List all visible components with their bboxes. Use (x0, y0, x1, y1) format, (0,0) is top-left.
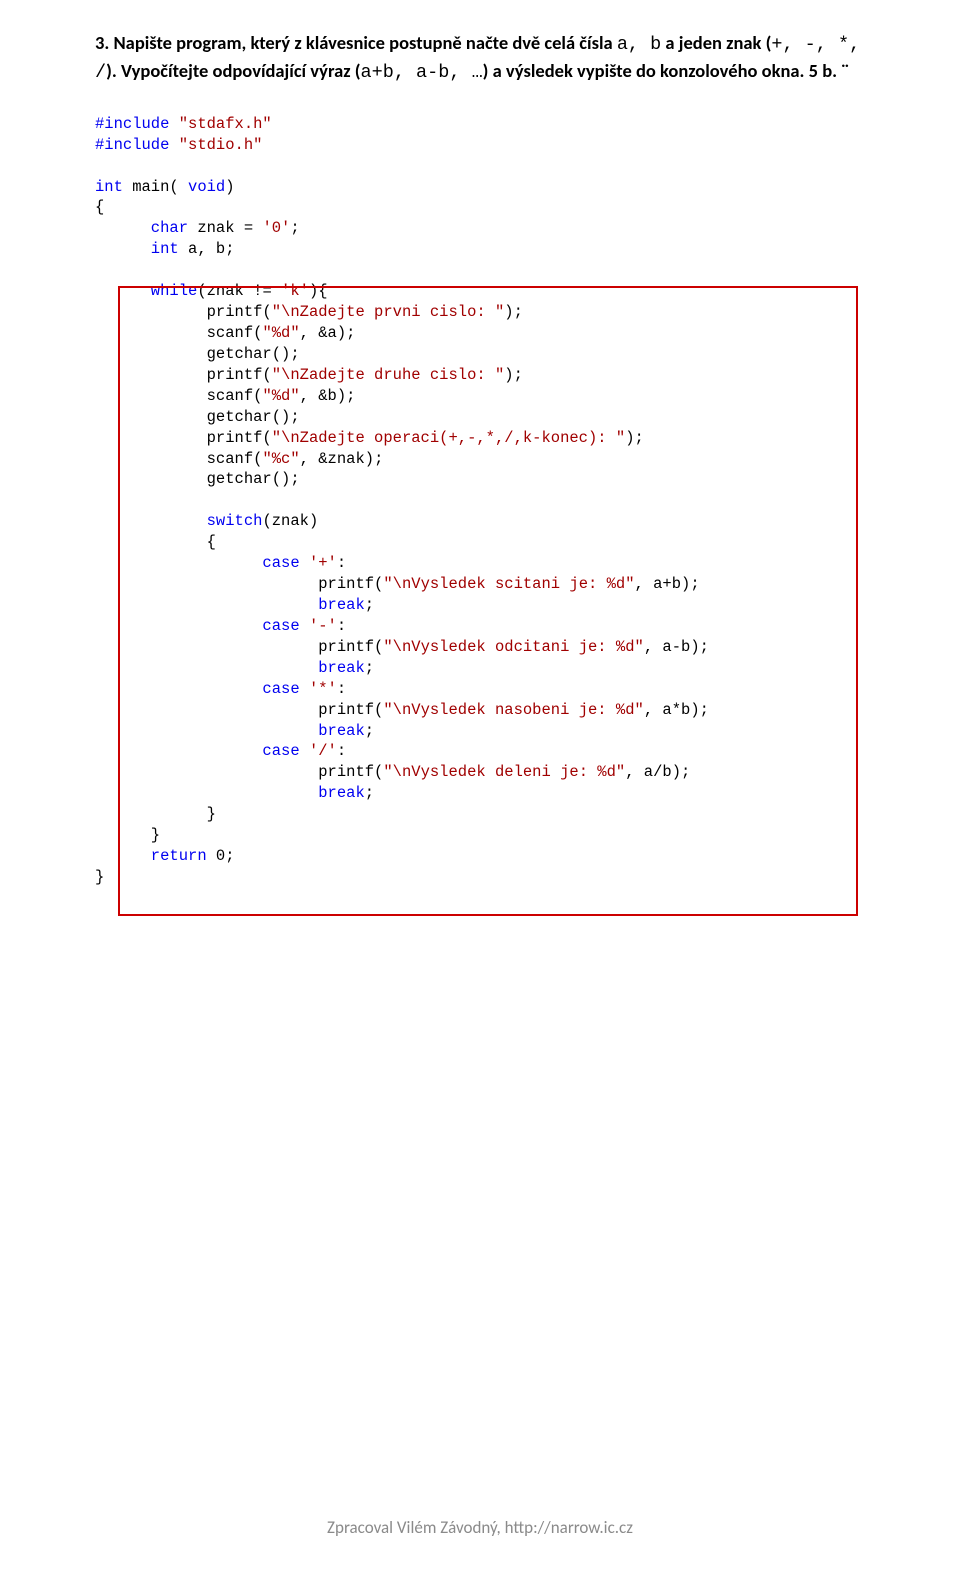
code-keyword: switch (95, 512, 262, 530)
code-keyword: break (95, 596, 365, 614)
code-brace: } (95, 805, 216, 823)
code-text: printf( (95, 429, 272, 447)
code-text: getchar(); (95, 408, 300, 426)
code-keyword: case (95, 554, 300, 572)
code-char: '/' (300, 742, 337, 760)
code-keyword: break (95, 784, 365, 802)
code-char: '-' (300, 617, 337, 635)
code-string: "\nVysledek nasobeni je: %d" (383, 701, 643, 719)
code-text: scanf( (95, 450, 262, 468)
code-keyword: #include (95, 136, 169, 154)
code-string: "\nVysledek scitani je: %d" (383, 575, 634, 593)
code-text: ; (365, 596, 374, 614)
code-text: ; (365, 784, 374, 802)
code-text: , &b); (300, 387, 356, 405)
task-text-2: a jeden znak ( (661, 31, 771, 54)
code-string: "\nZadejte druhe cislo: " (272, 366, 505, 384)
code-text: printf( (95, 763, 383, 781)
code-keyword: case (95, 617, 300, 635)
code-string: "\nVysledek deleni je: %d" (383, 763, 625, 781)
code-text: ; (365, 722, 374, 740)
task-text-3: ). Vypočítejte odpovídající výraz ( (106, 59, 360, 82)
task-description: 3. Napište program, který z klávesnice p… (95, 30, 865, 86)
code-text: , a*b); (644, 701, 709, 719)
code-text: main( (123, 178, 188, 196)
code-keyword: return (95, 847, 207, 865)
code-keyword: break (95, 722, 365, 740)
code-string: "%c" (262, 450, 299, 468)
code-string: "\nZadejte operaci(+,-,*,/,k-konec): " (272, 429, 625, 447)
code-text: (znak != (197, 282, 281, 300)
code-text: ) (225, 178, 234, 196)
task-text-1: 3. Napište program, který z klávesnice p… (95, 31, 617, 54)
code-keyword: break (95, 659, 365, 677)
code-char: '*' (300, 680, 337, 698)
code-keyword: int (95, 240, 179, 258)
code-brace: } (95, 826, 160, 844)
code-text: scanf( (95, 387, 262, 405)
code-text: getchar(); (95, 470, 300, 488)
code-text: a, b; (179, 240, 235, 258)
code-text: 0; (207, 847, 235, 865)
code-keyword: while (95, 282, 197, 300)
code-brace: { (95, 198, 104, 216)
code-text: ){ (309, 282, 328, 300)
code-text: getchar(); (95, 345, 300, 363)
code-text: ); (504, 303, 523, 321)
code-text: ; (365, 659, 374, 677)
code-text: ); (504, 366, 523, 384)
code-keyword: void (188, 178, 225, 196)
code-text: , a/b); (625, 763, 690, 781)
code-text: printf( (95, 303, 272, 321)
code-text: , &a); (300, 324, 356, 342)
code-string: "stdio.h" (169, 136, 262, 154)
task-text-4: ) a výsledek vypište do konzolového okna… (483, 59, 805, 82)
code-brace: { (95, 533, 216, 551)
code-char: '0' (262, 219, 290, 237)
task-ab: a, b (617, 34, 661, 55)
code-text: znak = (188, 219, 262, 237)
code-string: "stdafx.h" (169, 115, 271, 133)
code-brace: } (95, 868, 104, 886)
code-string: "%d" (262, 324, 299, 342)
code-block: #include "stdafx.h" #include "stdio.h" i… (95, 114, 865, 888)
code-text: , &znak); (300, 450, 384, 468)
code-text: : (337, 742, 346, 760)
code-text: ); (625, 429, 644, 447)
code-keyword: #include (95, 115, 169, 133)
page-footer: Zpracoval Vilém Závodný, http://narrow.i… (0, 1517, 960, 1538)
task-points: 5 b. (804, 59, 837, 82)
code-text: : (337, 554, 346, 572)
code-text: , a+b); (635, 575, 700, 593)
code-text: (znak) (262, 512, 318, 530)
code-keyword: int (95, 178, 123, 196)
code-string: "\nVysledek odcitani je: %d" (383, 638, 643, 656)
task-exprs: a+b, a-b, … (361, 62, 483, 83)
code-text: scanf( (95, 324, 262, 342)
code-string: "\nZadejte prvni cislo: " (272, 303, 505, 321)
code-char: 'k' (281, 282, 309, 300)
code-text: ; (290, 219, 299, 237)
code-text: , a-b); (644, 638, 709, 656)
code-keyword: case (95, 742, 300, 760)
code-keyword: case (95, 680, 300, 698)
code-text: : (337, 680, 346, 698)
code-text: printf( (95, 638, 383, 656)
code-char: '+' (300, 554, 337, 572)
code-text: printf( (95, 575, 383, 593)
code-text: printf( (95, 701, 383, 719)
code-text: : (337, 617, 346, 635)
code-text: printf( (95, 366, 272, 384)
code-string: "%d" (262, 387, 299, 405)
code-keyword: char (95, 219, 188, 237)
